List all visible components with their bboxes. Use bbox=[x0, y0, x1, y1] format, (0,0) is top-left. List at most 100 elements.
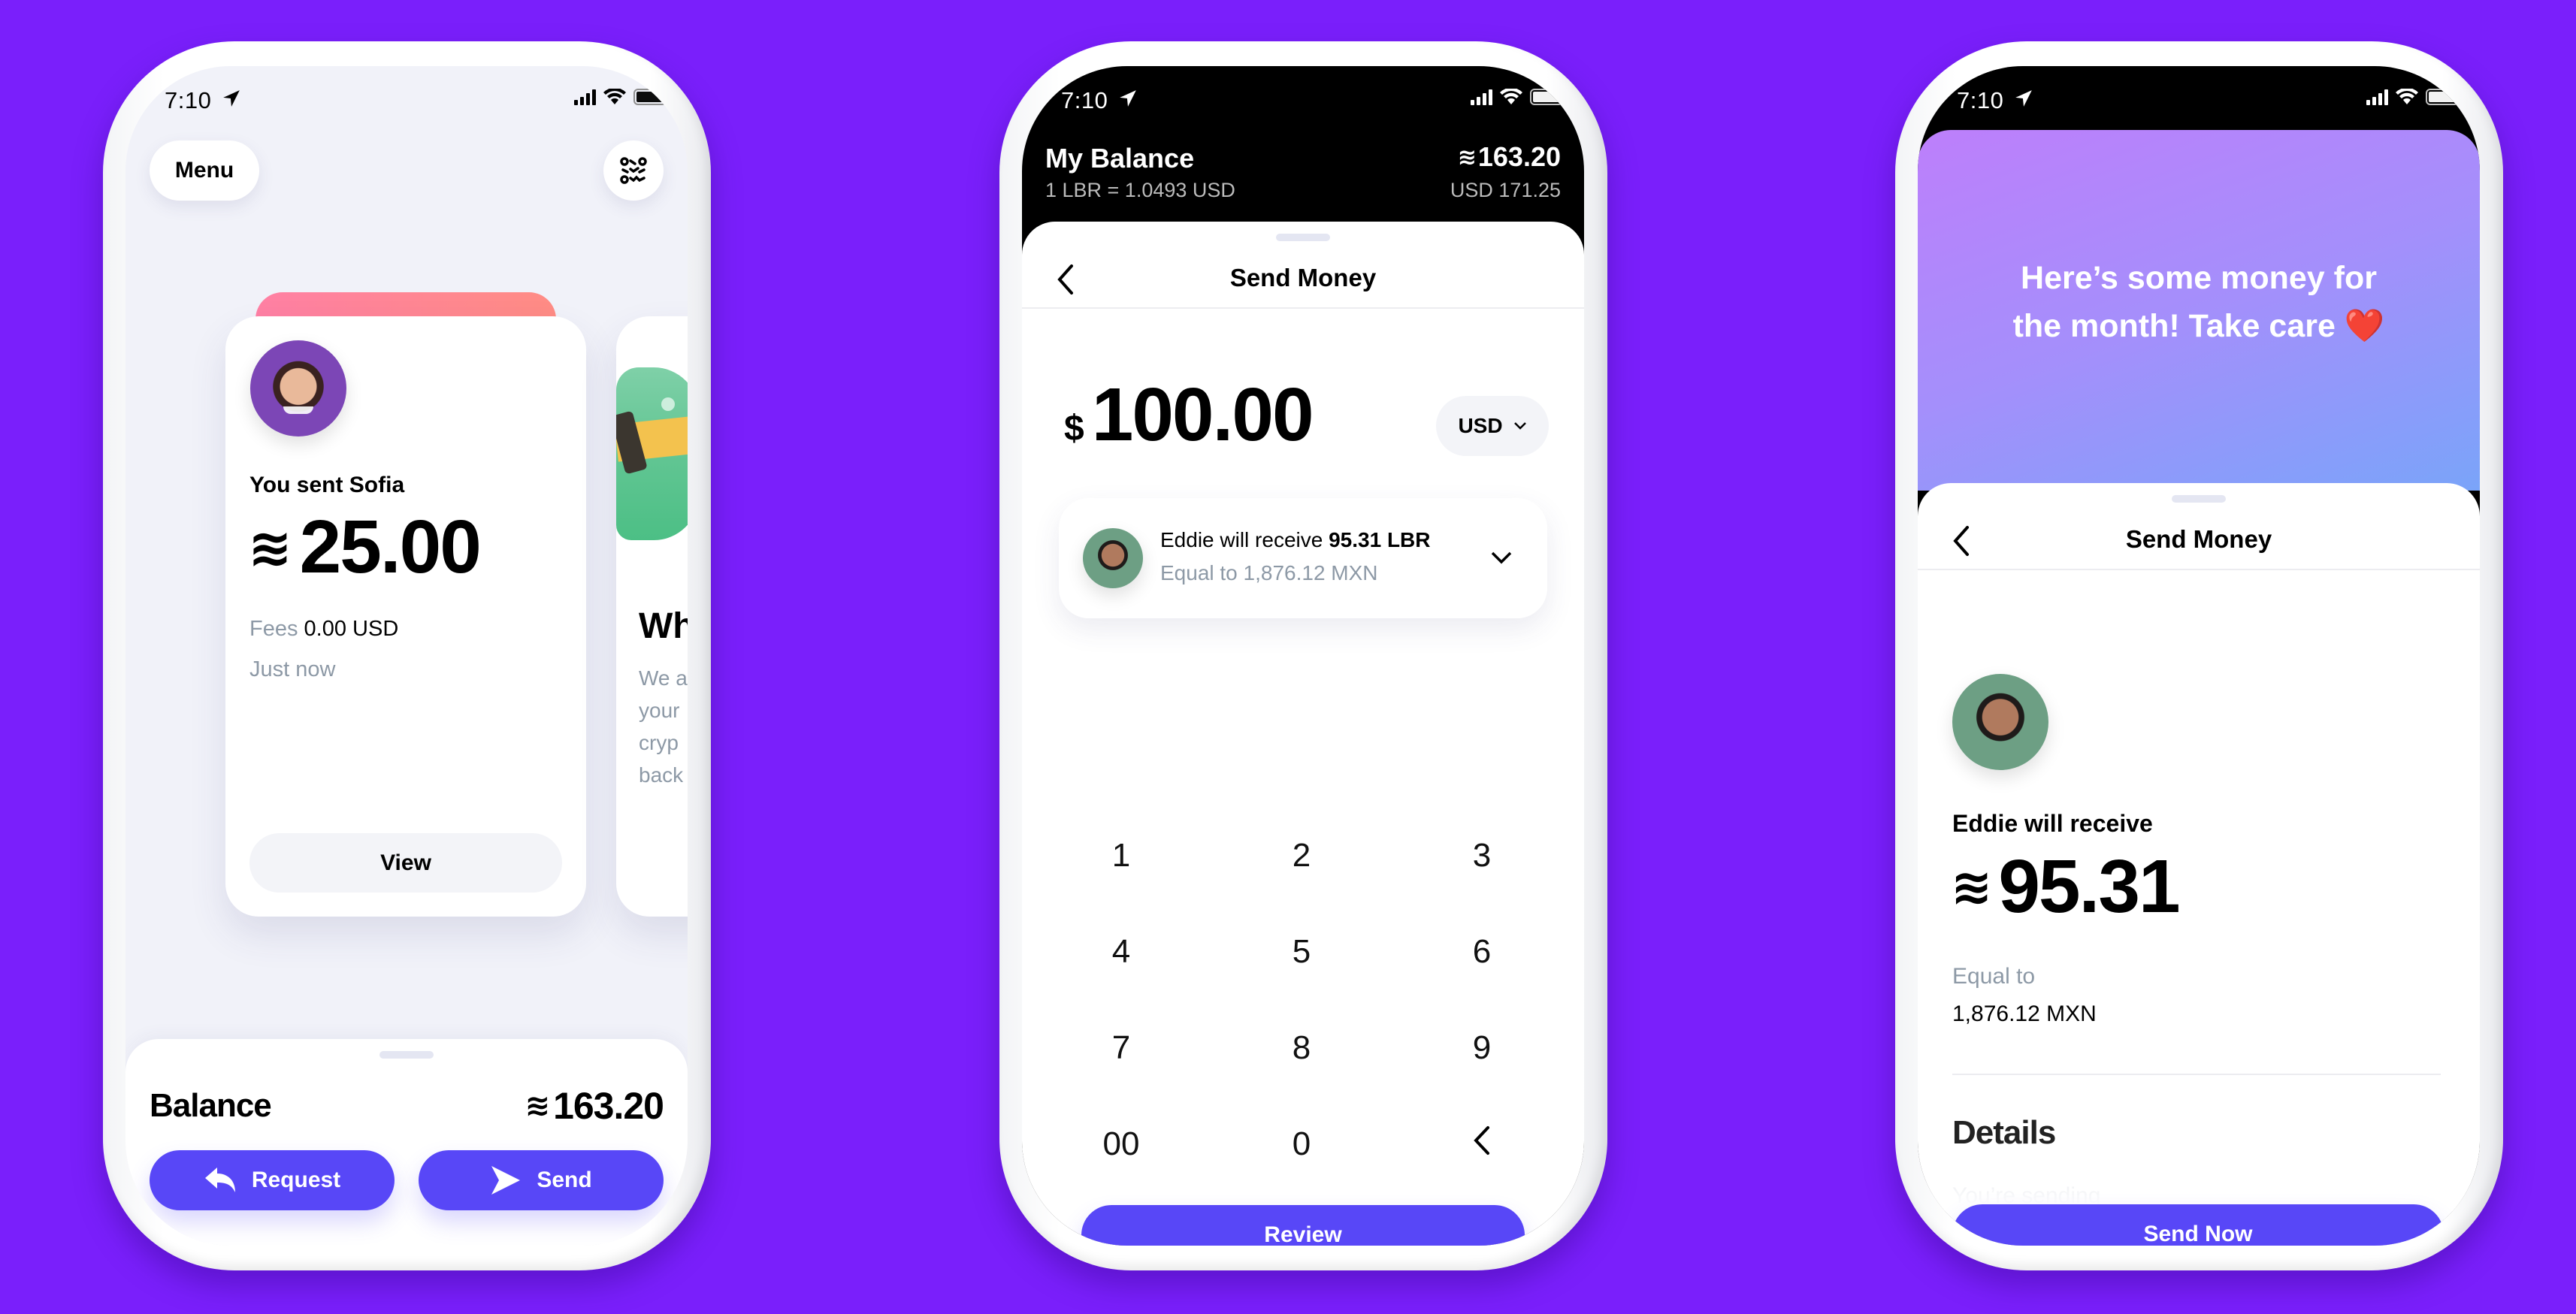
currency-selector-label: USD bbox=[1458, 414, 1503, 437]
keypad-key-6[interactable]: 6 bbox=[1437, 933, 1527, 971]
nav-title: Send Money bbox=[2125, 525, 2272, 553]
sheet-handle[interactable] bbox=[379, 1051, 434, 1059]
exchange-rate: 1 LBR = 1.0493 USD bbox=[1045, 179, 1235, 201]
keypad-key-5[interactable]: 5 bbox=[1256, 933, 1347, 971]
keypad-key-0[interactable]: 0 bbox=[1256, 1125, 1347, 1163]
keypad-key-4[interactable]: 4 bbox=[1076, 933, 1166, 971]
send-arrow-icon bbox=[491, 1166, 521, 1195]
header-balance-usd: USD 171.25 bbox=[1450, 179, 1561, 201]
currency-selector[interactable]: USD bbox=[1436, 396, 1549, 456]
recipient-equivalent: Equal to 1,876.12 MXN bbox=[1160, 561, 1378, 585]
keypad-key-1[interactable]: 1 bbox=[1076, 837, 1166, 874]
balance-label: Balance bbox=[150, 1087, 272, 1124]
promo-body: We a your cryp back bbox=[639, 662, 688, 791]
balance-amount-value: 163.20 bbox=[553, 1085, 664, 1127]
request-label: Request bbox=[251, 1167, 341, 1192]
transaction-title: You sent Sofia bbox=[249, 473, 405, 497]
gift-message: Here’s some money for the month! Take ca… bbox=[1918, 254, 2480, 350]
keypad-key-2[interactable]: 2 bbox=[1256, 837, 1347, 874]
phone-confirm: 7:10 Here’s some money for the month! Ta… bbox=[1895, 41, 2503, 1270]
section-divider bbox=[1952, 1074, 2441, 1075]
transaction-card[interactable]: You sent Sofia ≋ 25.00 Fees 0.00 USD Jus… bbox=[225, 316, 586, 917]
eddie-avatar bbox=[1952, 674, 2048, 770]
gift-message-line-1: Here’s some money for bbox=[2021, 260, 2377, 296]
keypad-key-3[interactable]: 3 bbox=[1437, 837, 1527, 874]
qr-scan-icon bbox=[620, 157, 647, 184]
send-money-sheet: Send Money $ 100.00 USD Eddie will recei… bbox=[1022, 222, 1584, 1246]
promo-card[interactable]: Wh We a your cryp back bbox=[616, 316, 688, 917]
my-balance-title: My Balance bbox=[1045, 143, 1195, 174]
libra-currency-icon: ≋ bbox=[525, 1089, 551, 1122]
view-button[interactable]: View bbox=[249, 833, 562, 893]
libra-currency-icon: ≋ bbox=[1457, 144, 1477, 170]
receive-label: Eddie will receive bbox=[1952, 810, 2153, 837]
libra-currency-icon: ≋ bbox=[1951, 859, 1993, 914]
menu-button[interactable]: Menu bbox=[150, 140, 259, 201]
libra-currency-icon: ≋ bbox=[248, 518, 292, 577]
keypad-backspace[interactable] bbox=[1437, 1125, 1527, 1164]
dollar-sign: $ bbox=[1064, 409, 1084, 449]
keypad-key-7[interactable]: 7 bbox=[1076, 1029, 1166, 1067]
recipient-receive-label: Eddie will receive bbox=[1160, 528, 1323, 551]
keypad-key-8[interactable]: 8 bbox=[1256, 1029, 1347, 1067]
promo-body-line: We a bbox=[639, 666, 688, 690]
phone-send-money: 7:10 My Balance 1 LBR = 1.0493 USD ≋ 163… bbox=[999, 41, 1607, 1270]
amount-input[interactable]: $ 100.00 bbox=[1064, 372, 1314, 458]
menu-label: Menu bbox=[174, 158, 234, 183]
keypad-key-00[interactable]: 00 bbox=[1076, 1125, 1166, 1163]
cellular-signal-icon bbox=[2366, 89, 2388, 105]
location-arrow-icon bbox=[223, 90, 240, 107]
chevron-down-icon[interactable] bbox=[1490, 551, 1513, 566]
promo-body-line: back bbox=[639, 763, 684, 787]
review-button[interactable]: Review bbox=[1081, 1205, 1525, 1246]
amount-value: 100.00 bbox=[1091, 373, 1314, 457]
cellular-signal-icon bbox=[1471, 89, 1492, 105]
chevron-down-icon bbox=[1513, 422, 1526, 430]
status-time: 7:10 bbox=[1061, 87, 1108, 113]
balance-amount: ≋ 163.20 bbox=[525, 1084, 664, 1128]
equal-label: Equal to bbox=[1952, 964, 2036, 989]
eddie-avatar bbox=[1083, 528, 1143, 588]
header-balance: ≋ 163.20 bbox=[1458, 141, 1561, 173]
promo-title: Wh bbox=[639, 606, 688, 646]
sheet-handle[interactable] bbox=[2172, 495, 2226, 503]
battery-icon bbox=[633, 89, 667, 105]
message-card: Here’s some money for the month! Take ca… bbox=[1918, 130, 2480, 491]
recipient-receive-amount: 95.31 LBR bbox=[1329, 528, 1431, 551]
nav-divider bbox=[1022, 307, 1584, 309]
backspace-chevron-icon bbox=[1474, 1126, 1489, 1155]
transaction-amount-value: 25.00 bbox=[299, 505, 482, 589]
balance-sheet: Balance ≋ 163.20 Request Send bbox=[125, 1039, 688, 1246]
wifi-icon bbox=[1500, 89, 1522, 104]
header-balance-value: 163.20 bbox=[1477, 141, 1561, 172]
confirm-screen: 7:10 Here’s some money for the month! Ta… bbox=[1918, 66, 2480, 1246]
fees-row: Fees 0.00 USD bbox=[249, 617, 398, 642]
battery-icon bbox=[2426, 89, 2459, 105]
keypad-key-9[interactable]: 9 bbox=[1437, 1029, 1527, 1067]
gift-message-text: the month! Take care bbox=[2012, 308, 2336, 344]
qr-scan-button[interactable] bbox=[603, 140, 664, 201]
location-arrow-icon bbox=[2015, 90, 2032, 107]
transaction-time: Just now bbox=[249, 657, 336, 681]
promo-body-line: cryp bbox=[639, 731, 679, 754]
request-button[interactable]: Request bbox=[150, 1150, 395, 1210]
promo-illustration bbox=[616, 367, 688, 540]
gift-message-line-2: the month! Take care ❤️ bbox=[1918, 302, 2480, 350]
nav-title: Send Money bbox=[1229, 264, 1377, 291]
send-now-button[interactable]: Send Now bbox=[1952, 1204, 2444, 1246]
wifi-icon bbox=[603, 89, 626, 104]
nav-divider bbox=[1918, 569, 2480, 570]
sheet-handle[interactable] bbox=[1276, 234, 1330, 241]
heart-emoji-icon: ❤️ bbox=[2344, 308, 2385, 344]
send-money-screen: 7:10 My Balance 1 LBR = 1.0493 USD ≋ 163… bbox=[1022, 66, 1584, 1246]
fees-label: Fees bbox=[249, 617, 298, 641]
phone-home: 7:10 Menu You sent Sofia ≋ 25.00 Fees 0.… bbox=[103, 41, 711, 1270]
review-label: Review bbox=[1264, 1222, 1342, 1246]
send-button[interactable]: Send bbox=[419, 1150, 664, 1210]
home-screen: 7:10 Menu You sent Sofia ≋ 25.00 Fees 0.… bbox=[125, 66, 688, 1246]
confirm-sheet: Send Money Eddie will receive ≋ 95.31 Eq… bbox=[1918, 483, 2480, 1246]
sofia-avatar bbox=[250, 340, 346, 436]
send-now-label: Send Now bbox=[2143, 1222, 2253, 1246]
view-label: View bbox=[380, 850, 431, 875]
recipient-card[interactable]: Eddie will receive 95.31 LBR Equal to 1,… bbox=[1059, 498, 1547, 618]
